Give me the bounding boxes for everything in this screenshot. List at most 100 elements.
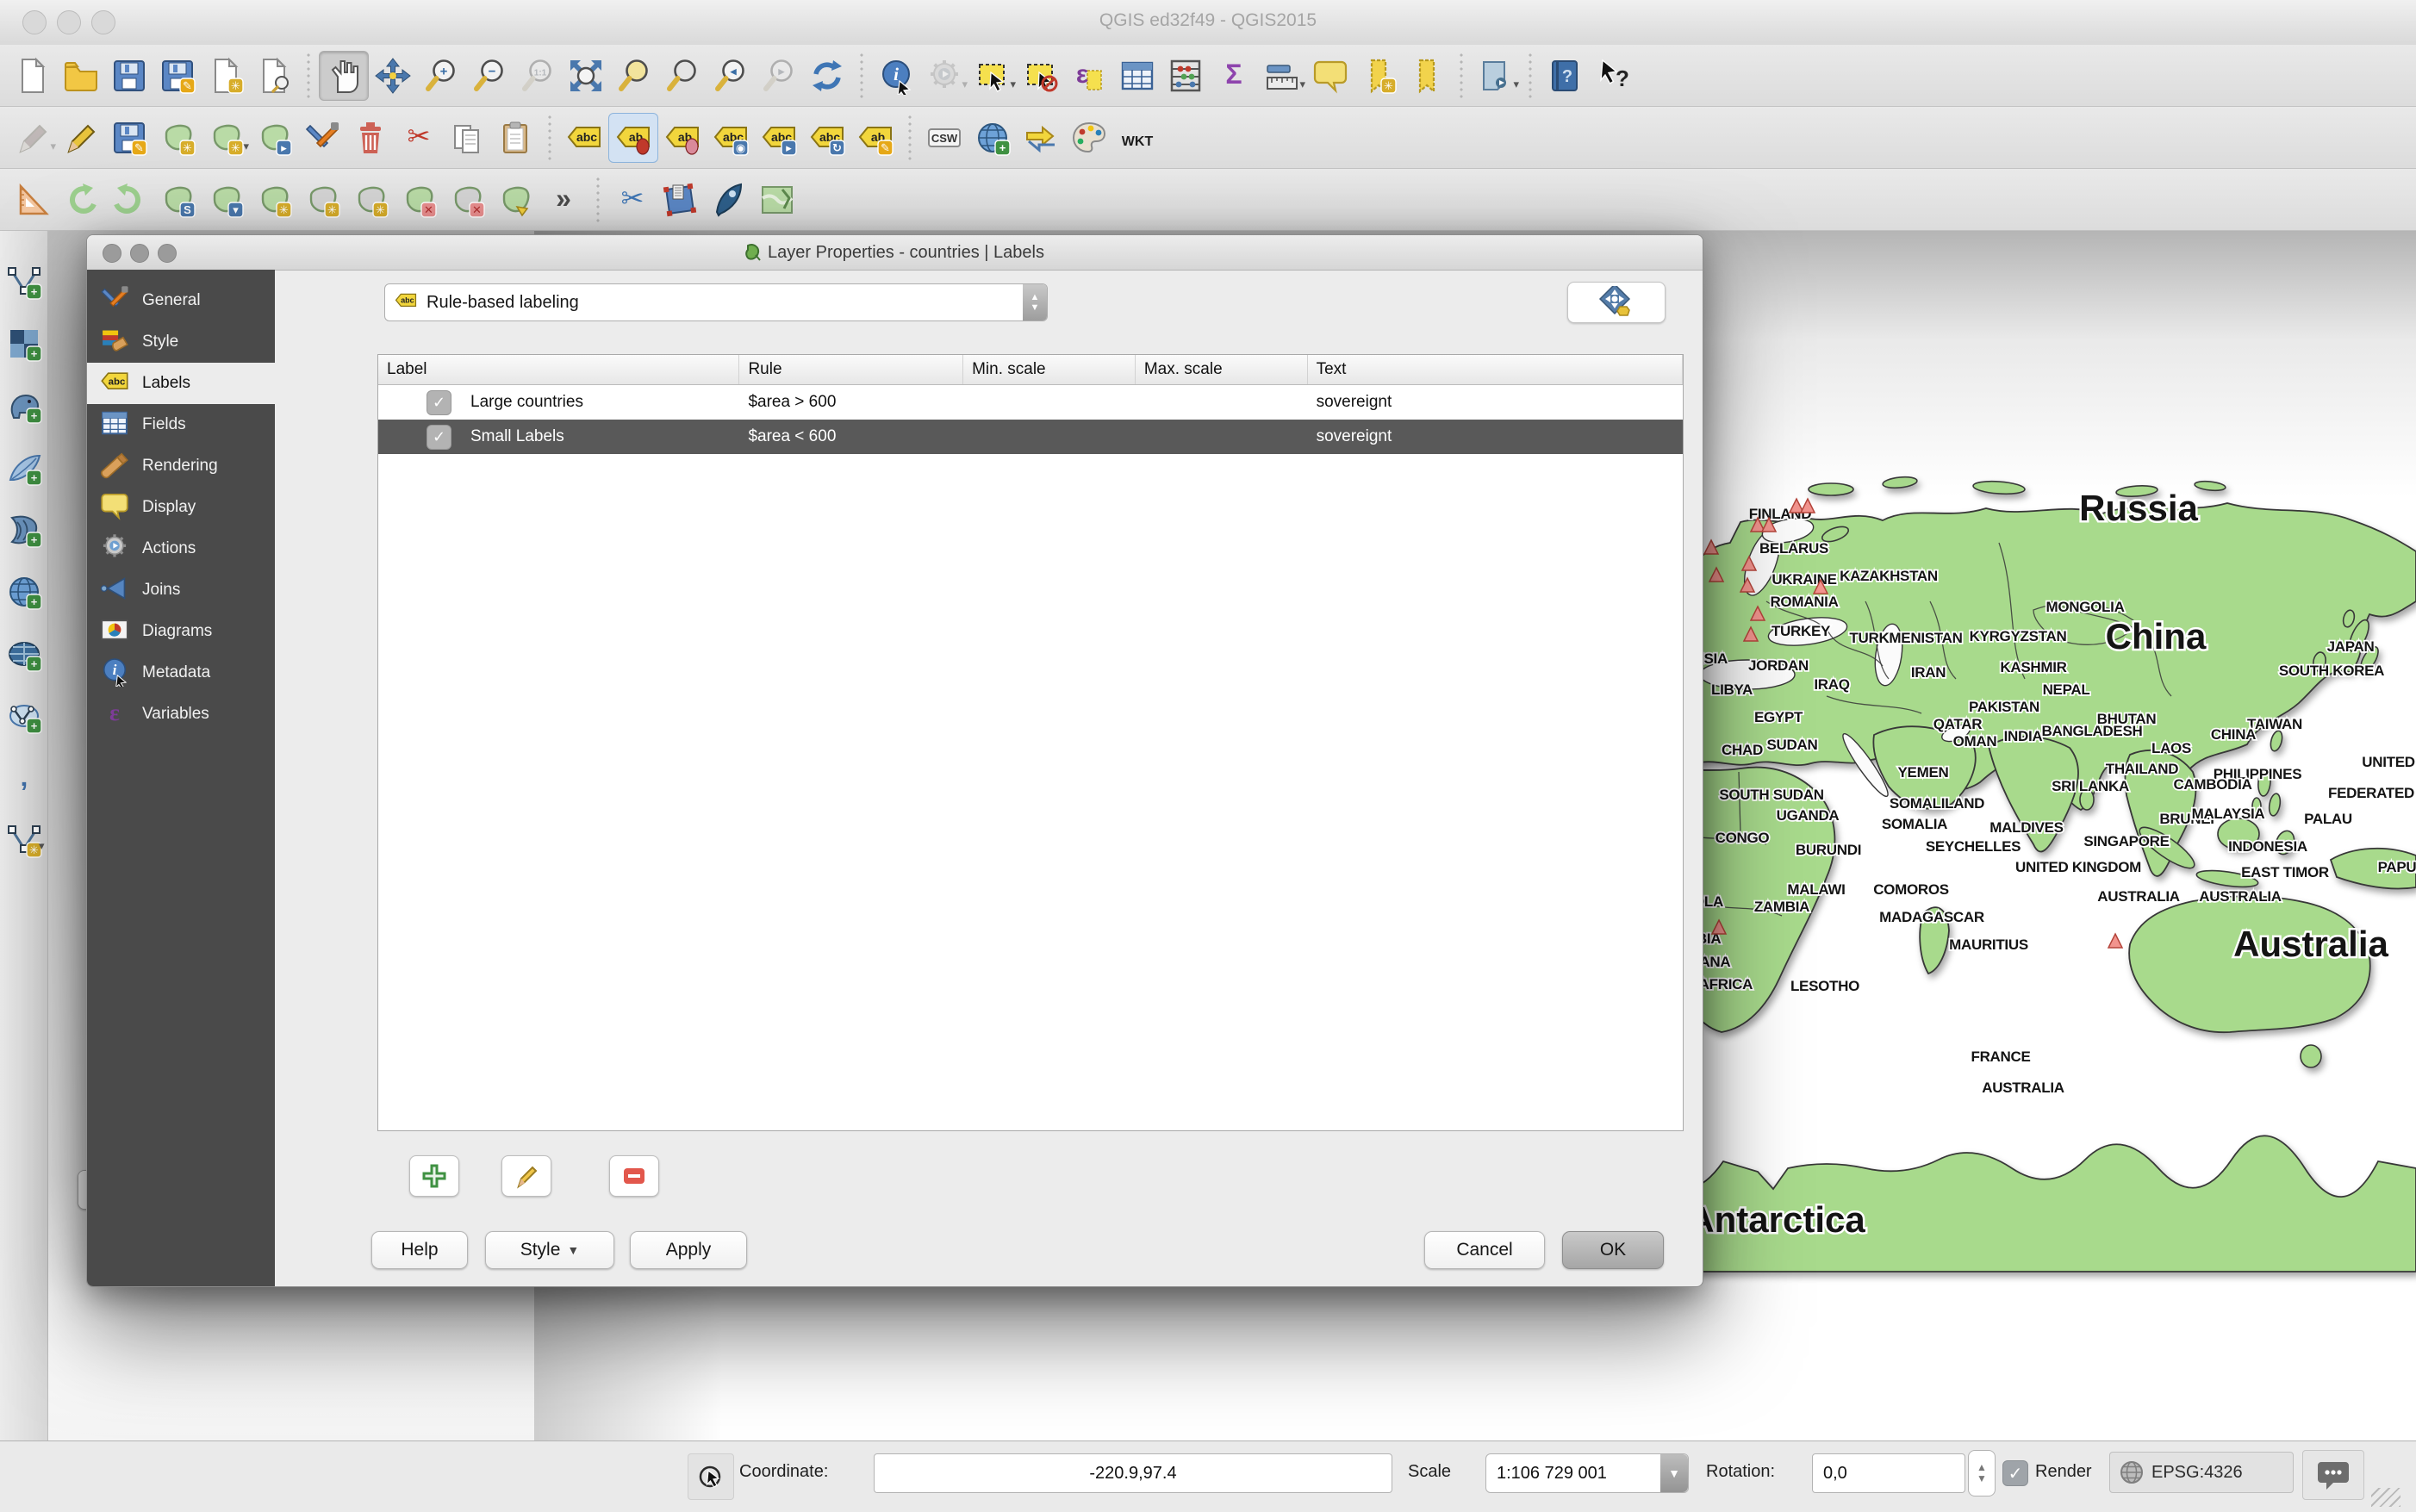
zoom-to-selection-icon[interactable]	[610, 52, 658, 100]
sidebar-item-variables[interactable]: εVariables	[87, 694, 275, 735]
whats-this-icon[interactable]: ?	[1589, 52, 1637, 100]
georeferencer-icon[interactable]	[657, 176, 705, 224]
zoom-in-icon[interactable]: +	[417, 52, 465, 100]
coordinate-input[interactable]: -220.9,97.4	[874, 1453, 1392, 1493]
deselect-features-icon[interactable]	[1017, 52, 1065, 100]
pin-labels-icon[interactable]: ab	[608, 113, 658, 163]
redo-icon[interactable]	[105, 176, 153, 224]
add-raster-layer-icon[interactable]: +	[3, 322, 46, 365]
zoom-last-icon[interactable]: ◂	[707, 52, 755, 100]
grass-plugin-icon[interactable]	[753, 176, 801, 224]
show-hide-labels-icon[interactable]: abc◉	[707, 114, 755, 162]
sidebar-item-style[interactable]: Style	[87, 321, 275, 363]
cad-tools-icon[interactable]	[9, 176, 57, 224]
toolbar-overflow-icon[interactable]: »	[539, 176, 588, 224]
move-feature-icon[interactable]: ✳▾	[202, 114, 250, 162]
render-checkbox[interactable]: ✓	[2002, 1460, 2028, 1486]
sidebar-item-metadata[interactable]: iMetadata	[87, 652, 275, 694]
add-mssql-layer-icon[interactable]: +	[3, 508, 46, 551]
new-shapefile-layer-icon[interactable]: ✳▾	[3, 818, 46, 862]
help-contents-icon[interactable]: ?	[1541, 52, 1589, 100]
zoom-next-icon[interactable]: ▸	[755, 52, 803, 100]
statistical-summary-icon[interactable]	[1161, 52, 1210, 100]
add-rule-button[interactable]	[409, 1155, 459, 1197]
add-spatialite-layer-icon[interactable]: +	[3, 446, 46, 489]
rotation-stepper[interactable]: ▲▼	[1968, 1450, 1996, 1496]
sidebar-item-actions[interactable]: Actions	[87, 528, 275, 569]
sidebar-item-general[interactable]: General	[87, 280, 275, 321]
identify-features-icon[interactable]: i	[872, 52, 920, 100]
sidebar-item-rendering[interactable]: Rendering	[87, 445, 275, 487]
add-wfs-layer-icon[interactable]: +	[3, 694, 46, 737]
zoom-out-icon[interactable]: −	[465, 52, 514, 100]
cut-features-icon[interactable]: ✂	[395, 114, 443, 162]
field-calculator-icon[interactable]: Σ	[1210, 52, 1258, 100]
fill-ring-icon[interactable]: ✳	[346, 176, 395, 224]
csw-icon[interactable]: CSW	[920, 114, 968, 162]
map-tips-icon[interactable]	[1306, 52, 1354, 100]
select-features-icon[interactable]: ▾	[968, 52, 1017, 100]
rule-row[interactable]: ✓Large countries$area > 600sovereignt	[378, 385, 1683, 420]
show-bookmarks-icon[interactable]	[1403, 52, 1451, 100]
color-picker-icon[interactable]	[1065, 114, 1113, 162]
style-menu-button[interactable]: Style▼	[485, 1231, 614, 1269]
column-header-text[interactable]: Text	[1308, 355, 1683, 384]
composer-manager-icon[interactable]	[250, 52, 298, 100]
save-layer-edits-icon[interactable]: ✎	[105, 114, 153, 162]
new-composer-icon[interactable]: ✳	[202, 52, 250, 100]
scale-select[interactable]: 1:106 729 001 ▼	[1485, 1453, 1689, 1493]
open-project-icon[interactable]	[57, 52, 105, 100]
open-attribute-table-icon[interactable]	[1113, 52, 1161, 100]
edit-rule-button[interactable]	[501, 1155, 551, 1197]
paste-features-icon[interactable]	[491, 114, 539, 162]
pan-to-selection-icon[interactable]	[369, 52, 417, 100]
automated-placement-button[interactable]	[1567, 282, 1666, 323]
sidebar-item-joins[interactable]: Joins	[87, 569, 275, 611]
node-tool-icon[interactable]: ▸	[250, 114, 298, 162]
offset-curve-icon[interactable]: ▾	[202, 176, 250, 224]
remove-rule-button[interactable]	[609, 1155, 659, 1197]
sidebar-item-diagrams[interactable]: Diagrams	[87, 611, 275, 652]
log-messages-button[interactable]	[2302, 1450, 2364, 1500]
measure-icon[interactable]: ▾	[1258, 52, 1306, 100]
cancel-button[interactable]: Cancel	[1424, 1231, 1545, 1269]
highlight-pinned-labels-icon[interactable]: ab	[658, 114, 707, 162]
current-edits-icon[interactable]: ▾	[9, 114, 57, 162]
delete-part-icon[interactable]: ✕	[443, 176, 491, 224]
zoom-native-icon[interactable]: 1:1	[514, 52, 562, 100]
apply-button[interactable]: Apply	[630, 1231, 747, 1269]
simplify-feature-icon[interactable]: S	[153, 176, 202, 224]
refresh-icon[interactable]	[803, 52, 851, 100]
wkt-icon[interactable]: WKT	[1113, 114, 1161, 162]
delete-ring-icon[interactable]: ✕	[395, 176, 443, 224]
sidebar-item-fields[interactable]: Fields	[87, 404, 275, 445]
layer-labeling-options-icon[interactable]: abc	[560, 114, 608, 162]
pan-map-icon[interactable]	[319, 51, 369, 101]
run-feature-action-icon[interactable]: ▾	[920, 52, 968, 100]
add-postgis-layer-icon[interactable]: +	[3, 384, 46, 427]
column-header-min-scale[interactable]: Min. scale	[963, 355, 1136, 384]
add-oracle-layer-icon[interactable]: ‚	[3, 756, 46, 800]
zoom-full-icon[interactable]	[562, 52, 610, 100]
vertex-tool-icon[interactable]	[298, 114, 346, 162]
new-bookmark-icon[interactable]: ✳	[1354, 52, 1403, 100]
rotation-input[interactable]: 0,0	[1812, 1453, 1965, 1493]
toggle-editing-icon[interactable]	[57, 114, 105, 162]
metasearch-icon[interactable]: +	[968, 114, 1017, 162]
save-project-icon[interactable]	[105, 52, 153, 100]
offline-editing-icon[interactable]	[1017, 114, 1065, 162]
rule-checkbox[interactable]: ✓	[427, 425, 451, 450]
rule-checkbox[interactable]: ✓	[427, 390, 451, 415]
column-header-max-scale[interactable]: Max. scale	[1136, 355, 1308, 384]
select-by-expression-icon[interactable]: ε	[1065, 52, 1113, 100]
delete-selected-icon[interactable]	[346, 114, 395, 162]
sidebar-item-labels[interactable]: abcLabels	[87, 363, 275, 404]
new-project-icon[interactable]	[9, 52, 57, 100]
add-ring-icon[interactable]: ✳	[250, 176, 298, 224]
column-header-label[interactable]: Label	[378, 355, 739, 384]
plugin-rocket-icon[interactable]	[705, 176, 753, 224]
undo-icon[interactable]	[57, 176, 105, 224]
change-label-icon[interactable]: ab✎	[851, 114, 900, 162]
move-label-icon[interactable]: abc▸	[755, 114, 803, 162]
ok-button[interactable]: OK	[1562, 1231, 1664, 1269]
